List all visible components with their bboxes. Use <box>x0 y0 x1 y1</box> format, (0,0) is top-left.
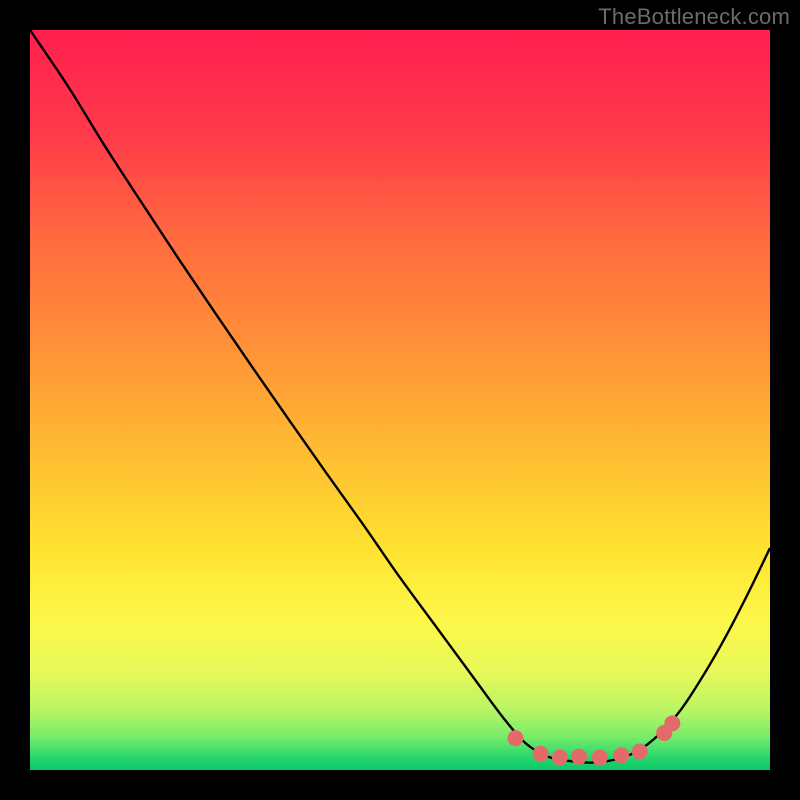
trough-marker <box>571 749 587 765</box>
trough-marker <box>664 715 680 731</box>
trough-marker <box>613 747 629 763</box>
chart-container: { "attribution": "TheBottleneck.com", "g… <box>0 0 800 800</box>
trough-marker <box>552 749 568 765</box>
trough-marker <box>592 749 608 765</box>
trough-marker <box>533 746 549 762</box>
chart-svg <box>0 0 800 800</box>
trough-marker <box>632 744 648 760</box>
trough-marker <box>507 730 523 746</box>
gradient-plot-area <box>30 30 770 770</box>
